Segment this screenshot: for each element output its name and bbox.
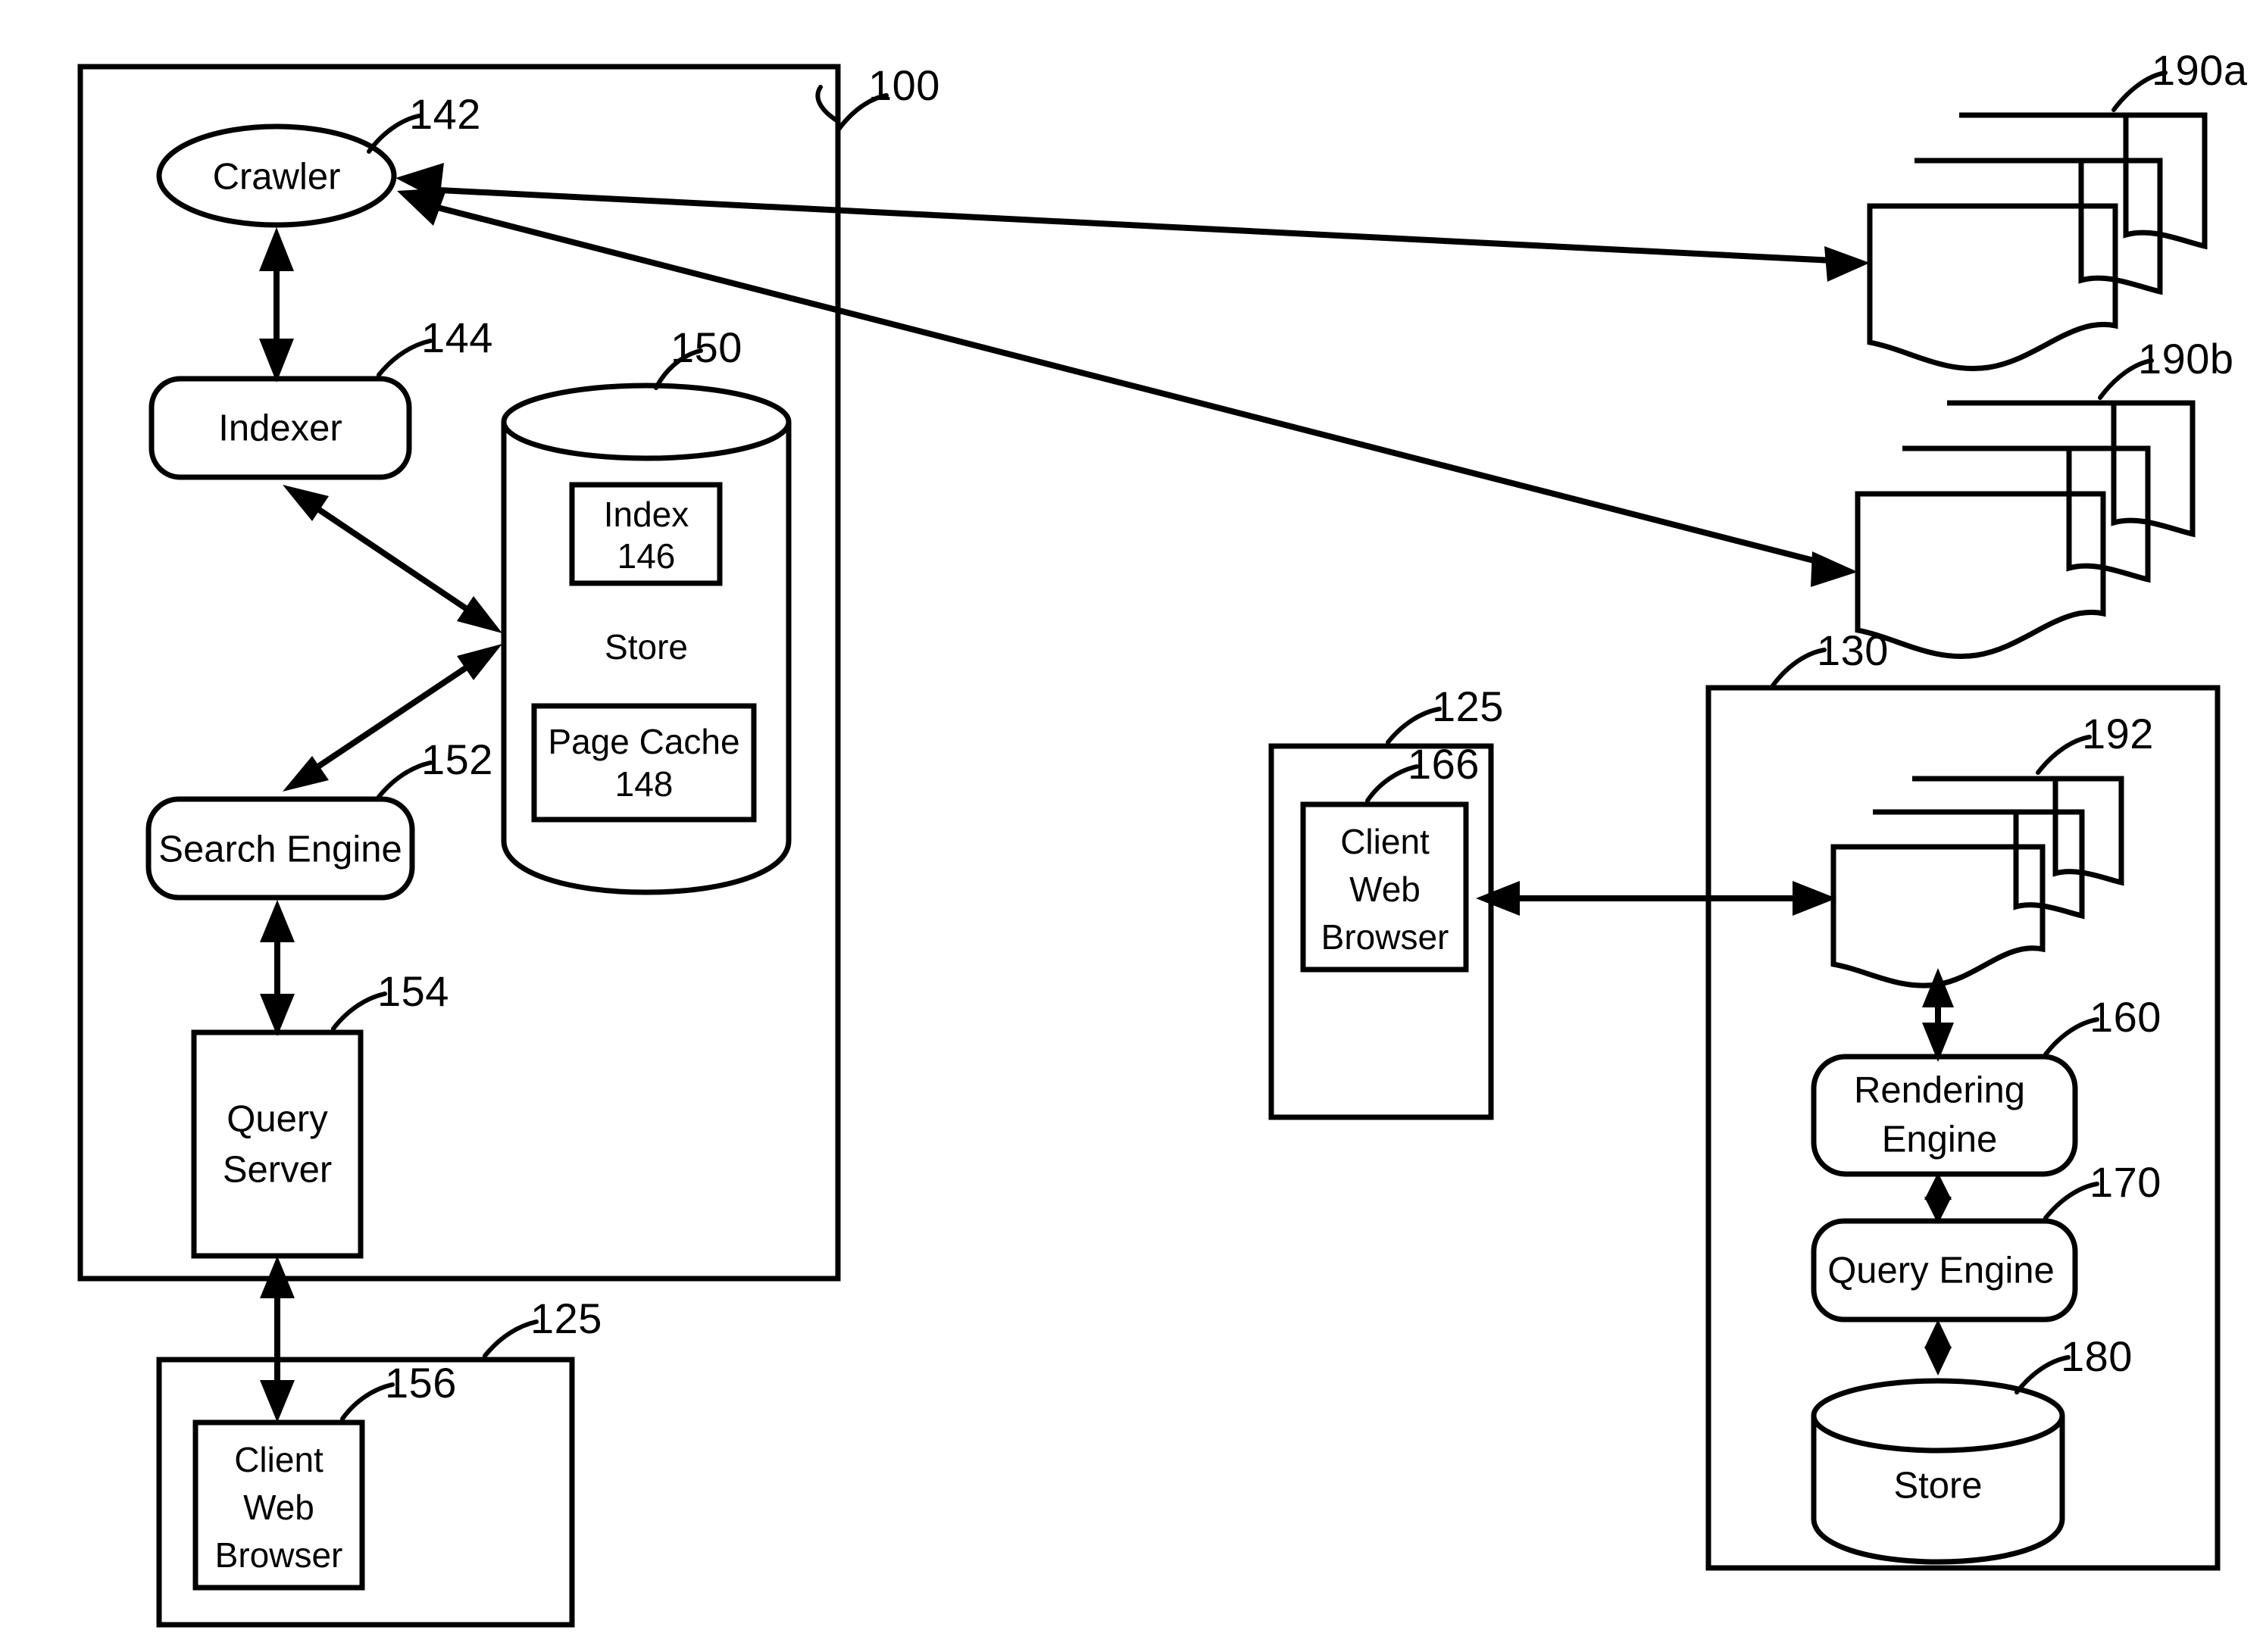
- client156-label-line3: Browser: [214, 1535, 343, 1575]
- query-server-label-line2: Server: [222, 1149, 333, 1191]
- store-cylinder-top-150: [501, 383, 792, 461]
- page-cache-ref-inline: 148: [614, 764, 674, 804]
- arrowhead-into-190a: [1824, 246, 1870, 282]
- leader-125-left: [483, 1319, 539, 1358]
- documents-190a-sheet-front: [1867, 203, 2118, 371]
- ref-label-156: 156: [385, 1359, 457, 1407]
- query-engine-label: Query Engine: [1827, 1250, 2055, 1291]
- search-engine-label: Search Engine: [158, 829, 402, 870]
- client156-label-line2: Web: [243, 1488, 314, 1528]
- rendering-engine-label-line2: Engine: [1881, 1119, 1998, 1160]
- ref-label-160: 160: [2090, 993, 2161, 1041]
- arrowhead-up-query170: [1924, 1319, 1952, 1348]
- arrowhead-indexer-from-store: [283, 485, 329, 521]
- arrowhead-down-indexer: [259, 339, 294, 383]
- query-server-label-line1: Query: [227, 1098, 328, 1140]
- store-cylinder-top-180: [1811, 1378, 2065, 1454]
- leader-100: [815, 85, 840, 123]
- page-cache-label: Page Cache: [548, 722, 740, 762]
- ref-label-150: 150: [670, 323, 742, 371]
- ref-label-170: 170: [2090, 1158, 2161, 1206]
- ref-label-125-middle: 125: [1432, 682, 1504, 730]
- ref-label-192: 192: [2082, 710, 2154, 757]
- client166-label-line3: Browser: [1321, 917, 1449, 957]
- ref-label-180: 180: [2061, 1332, 2133, 1380]
- arrowhead-left-client166: [1476, 881, 1520, 916]
- connector-crawler-to-190a: [424, 186, 1849, 264]
- ref-label-100: 100: [868, 61, 940, 109]
- documents-192-sheet-front: [1830, 844, 2046, 988]
- patent-figure: 100 142 144 150 152 154 125 156 190a 190…: [0, 0, 2263, 1652]
- documents-192-sheet-middle: [1873, 809, 2085, 920]
- arrowhead-up-crawler: [259, 227, 294, 271]
- client156-label-line1: Client: [234, 1440, 324, 1480]
- indexer-label: Indexer: [218, 408, 342, 449]
- arrowhead-down-client156: [260, 1380, 295, 1422]
- ref-label-166: 166: [1408, 740, 1480, 788]
- ref-label-144: 144: [421, 314, 493, 361]
- ref-label-125-left: 125: [530, 1294, 602, 1342]
- index-label: Index: [603, 495, 689, 535]
- ref-label-190a: 190a: [2152, 46, 2248, 94]
- documents-190b-sheet-middle: [1902, 445, 2151, 583]
- crawler-label: Crawler: [212, 156, 341, 198]
- arrowhead-up-searchengine: [260, 900, 295, 942]
- arrowhead-down-store180: [1924, 1347, 1952, 1376]
- ref-label-130: 130: [1817, 626, 1889, 674]
- index-ref-inline: 146: [617, 536, 676, 576]
- rendering-engine-label-line1: Rendering: [1853, 1070, 2026, 1111]
- ref-label-154: 154: [377, 967, 449, 1015]
- arrowhead-store-from-searchengine: [457, 644, 502, 680]
- connector-indexer-store: [295, 492, 487, 624]
- ref-label-152: 152: [421, 735, 493, 783]
- figure-canvas: [77, 64, 2221, 1628]
- arrowhead-crawler-from-190b: [397, 188, 447, 226]
- documents-190a-sheet-middle: [1914, 158, 2163, 295]
- ref-label-142: 142: [409, 90, 481, 138]
- arrowhead-into-190b: [1811, 551, 1858, 587]
- query-server-box-154: [191, 1029, 364, 1259]
- store-right-label: Store: [1893, 1465, 1983, 1507]
- arrowhead-store-from-indexer: [457, 596, 502, 633]
- ref-label-190b: 190b: [2138, 335, 2234, 383]
- arrowhead-right-documents192: [1793, 881, 1836, 916]
- documents-190b-sheet-front: [1855, 491, 2106, 659]
- client166-label-line2: Web: [1349, 870, 1421, 910]
- store-left-label: Store: [605, 627, 688, 667]
- client166-label-line1: Client: [1340, 822, 1430, 862]
